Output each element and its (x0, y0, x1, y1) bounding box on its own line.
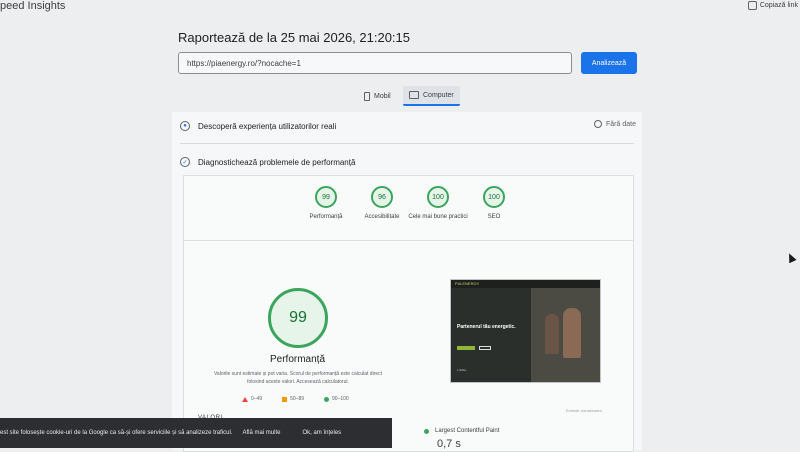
legend-fail-label: 0–49 (251, 396, 263, 402)
gauge-performance[interactable]: 99 Performanță (296, 186, 356, 222)
lcp-metric: Largest Contentful Paint (424, 428, 499, 434)
gauge-label: SEO (487, 214, 501, 220)
copy-icon (747, 1, 757, 10)
page-screenshot-thumbnail[interactable]: PIA ENERGY Partenerul tău energetic. 1.0… (450, 279, 601, 383)
gauge-score: 96 (371, 186, 393, 208)
legend-average-label: 50–89 (290, 396, 305, 402)
lcp-value: 0,7 s (437, 438, 461, 450)
report-title: Raportează de la 25 mai 2026, 21:20:15 (178, 30, 411, 45)
monitor-icon (409, 91, 419, 99)
gauge-accessibility[interactable]: 96 Accesibilitate (352, 186, 412, 222)
no-data-label: Fără date (606, 120, 636, 128)
copy-link-button[interactable]: Copiază link (747, 1, 798, 10)
lcp-label: Largest Contentful Paint (435, 428, 500, 434)
cookie-accept-button[interactable]: Ok, am înțeles (302, 430, 341, 436)
performance-label: Performanță (270, 354, 326, 365)
gauge-score: 100 (427, 186, 449, 208)
tab-desktop-label: Computer (423, 91, 454, 99)
gauge-score: 99 (315, 186, 337, 208)
analyze-button[interactable]: Analizează (581, 52, 637, 74)
no-data-badge: Fără date (594, 120, 636, 128)
mouse-cursor-icon (785, 251, 797, 264)
app-title: peed Insights (0, 0, 66, 12)
gauge-label: Accesibilitate (364, 214, 400, 220)
phone-icon (364, 91, 370, 101)
thumbnail-button (479, 346, 491, 350)
tab-desktop[interactable]: Computer (403, 86, 460, 106)
gauge-label: Cele mai bune practici (408, 214, 468, 220)
real-users-label: Descoperă experiența utilizatorilor real… (198, 121, 337, 131)
legend-average: 50–89 (282, 396, 304, 402)
diagnose-icon: ✓ (180, 157, 190, 167)
legend-fail: 0–49 (242, 396, 262, 402)
users-icon: ● (180, 121, 190, 131)
cookie-text: est site folosește cookie-uri de la Goog… (0, 430, 233, 436)
square-icon (282, 396, 288, 402)
performance-description: Valorile sunt estimate și pot varia. Sco… (213, 371, 383, 385)
thumbnail-headline: Partenerul tău energetic. (457, 324, 516, 330)
legend-pass: 90–100 (324, 396, 349, 402)
gauge-score: 100 (483, 186, 505, 208)
diagnose-label: Diagnostichează problemele de performanț… (198, 157, 356, 167)
cookie-banner: est site folosește cookie-uri de la Goog… (0, 418, 392, 448)
circle-icon (424, 428, 429, 434)
tab-mobile[interactable]: Mobil (358, 86, 397, 106)
divider (180, 143, 634, 144)
gauge-seo[interactable]: 100 SEO (464, 186, 524, 222)
diagnose-section[interactable]: ✓ Diagnostichează problemele de performa… (180, 157, 355, 167)
url-input[interactable]: https://piaenergy.ro/?nocache=1 (178, 52, 572, 74)
real-users-section[interactable]: ● Descoperă experiența utilizatorilor re… (180, 121, 336, 131)
circle-icon (324, 396, 330, 402)
gauge-label: Performanță (309, 214, 343, 220)
expand-view-link[interactable]: Extinde vizualizarea (566, 408, 602, 413)
thumbnail-photo (531, 288, 600, 382)
gauge-best-practices[interactable]: 100 Cele mai bune practici (408, 186, 468, 222)
performance-score-gauge: 99 (268, 288, 328, 348)
thumbnail-logo: PIA ENERGY (455, 281, 480, 286)
copy-link-label: Copiază link (759, 2, 798, 9)
person-figure (563, 308, 581, 358)
thumbnail-stat: 1.000+ (457, 368, 467, 372)
thumbnail-button (457, 346, 475, 350)
person-figure (545, 314, 559, 354)
triangle-icon (242, 396, 248, 402)
info-icon (594, 120, 602, 128)
legend-pass-label: 90–100 (332, 396, 349, 402)
cookie-learn-more-link[interactable]: Află mai multe (242, 430, 280, 436)
score-legend: 0–49 50–89 90–100 (242, 396, 349, 402)
tab-mobile-label: Mobil (374, 92, 391, 100)
